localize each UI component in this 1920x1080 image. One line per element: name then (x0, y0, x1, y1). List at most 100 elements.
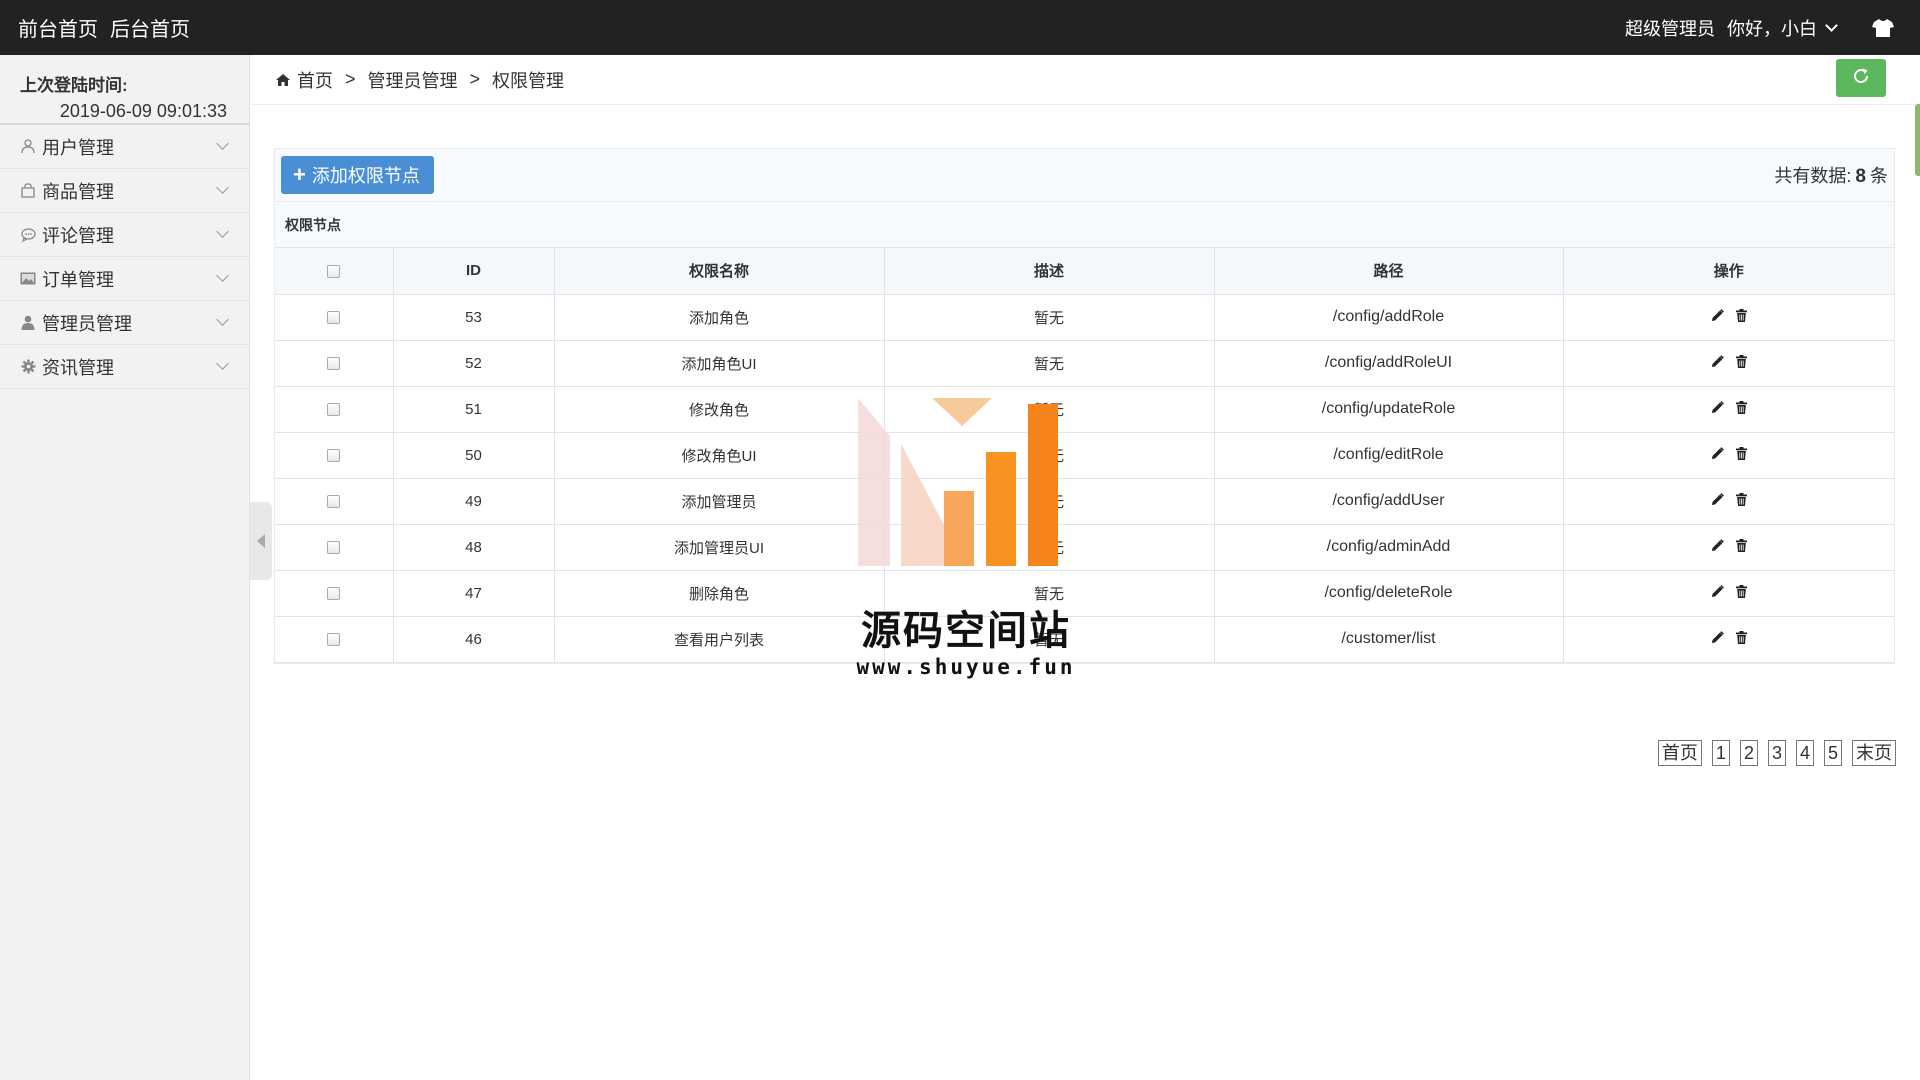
edit-pencil-icon[interactable] (1711, 354, 1724, 368)
front-home-link[interactable]: 前台首页 (18, 13, 98, 42)
last-login-value: 2019-06-09 09:01:33 (59, 101, 227, 121)
delete-trash-icon[interactable] (1735, 630, 1747, 644)
row-path: /config/deleteRole (1214, 570, 1564, 617)
row-path: /config/addRoleUI (1214, 340, 1564, 387)
sidebar-item-products[interactable]: 商品管理 (0, 169, 249, 213)
row-name: 添加管理员UI (554, 524, 885, 571)
pager-page-3[interactable]: 3 (1767, 740, 1786, 766)
row-checkbox[interactable] (327, 587, 341, 601)
row-id: 48 (393, 524, 555, 571)
bag-icon (20, 183, 36, 199)
delete-trash-icon[interactable] (1735, 584, 1747, 598)
row-checkbox[interactable] (327, 357, 341, 371)
row-name: 添加角色 (554, 294, 885, 341)
last-login-label: 上次登陆时间: (20, 76, 128, 95)
table-header-row: ID 权限名称 描述 路径 操作 (275, 248, 1894, 295)
user-menu[interactable]: 你好，小白 (1727, 15, 1838, 41)
sidebar-item-label: 管理员管理 (42, 313, 132, 334)
add-permission-button[interactable]: + 添加权限节点 (281, 156, 434, 194)
pager-page-1[interactable]: 1 (1711, 740, 1730, 766)
table-row: 53 添加角色 暂无 /config/addRole (275, 294, 1894, 341)
pager-page-2[interactable]: 2 (1739, 740, 1758, 766)
edge-marker (1915, 104, 1920, 176)
row-actions (1563, 294, 1894, 341)
row-name: 添加管理员 (554, 478, 885, 525)
delete-trash-icon[interactable] (1735, 492, 1747, 506)
watermark-title: 源码空间站 (861, 609, 1071, 653)
delete-trash-icon[interactable] (1735, 400, 1747, 414)
delete-trash-icon[interactable] (1735, 538, 1747, 552)
edit-pencil-icon[interactable] (1711, 630, 1724, 644)
row-checkbox[interactable] (327, 495, 341, 509)
caret-left-icon (257, 534, 265, 548)
watermark-url: www.shuyue.fun (856, 655, 1076, 679)
row-select-cell (275, 616, 394, 663)
column-header-path: 路径 (1214, 248, 1564, 295)
refresh-button[interactable] (1836, 59, 1886, 97)
row-select-cell (275, 340, 394, 387)
sidebar: 上次登陆时间: 2019-06-09 09:01:33 用户管理 商品管理 评论… (0, 55, 250, 1080)
sidebar-item-label: 评论管理 (42, 225, 114, 246)
row-checkbox[interactable] (327, 541, 341, 555)
chevron-down-icon (1825, 18, 1838, 32)
row-description: 暂无 (884, 432, 1215, 479)
sidebar-item-label: 商品管理 (42, 181, 114, 202)
tshirt-icon[interactable] (1872, 18, 1894, 38)
row-id: 53 (393, 294, 555, 341)
pagination: 首页 1 2 3 4 5 末页 (1657, 740, 1896, 766)
row-checkbox[interactable] (327, 633, 341, 647)
row-checkbox[interactable] (327, 403, 341, 417)
back-home-link[interactable]: 后台首页 (110, 13, 190, 42)
chevron-down-icon (216, 313, 229, 326)
pager-last[interactable]: 末页 (1852, 740, 1896, 766)
chevron-down-icon (216, 137, 229, 150)
gear-icon (20, 359, 36, 375)
edit-pencil-icon[interactable] (1711, 400, 1724, 414)
breadcrumb-home[interactable]: 首页 (297, 67, 333, 93)
data-count-suffix: 条 (1870, 166, 1888, 186)
row-actions (1563, 386, 1894, 433)
row-checkbox[interactable] (327, 449, 341, 463)
table-row: 52 添加角色UI 暂无 /config/addRoleUI (275, 340, 1894, 387)
pager-page-4[interactable]: 4 (1795, 740, 1814, 766)
row-select-cell (275, 524, 394, 571)
edit-pencil-icon[interactable] (1711, 538, 1724, 552)
pager-first[interactable]: 首页 (1657, 740, 1702, 766)
row-actions (1563, 432, 1894, 479)
delete-trash-icon[interactable] (1735, 308, 1747, 322)
row-path: /config/adminAdd (1214, 524, 1564, 571)
row-description: 暂无 (884, 478, 1215, 525)
breadcrumb-admin-management[interactable]: 管理员管理 (368, 67, 458, 93)
sidebar-item-admins[interactable]: 管理员管理 (0, 301, 249, 345)
row-id: 50 (393, 432, 555, 479)
greeting-text: 你好，小白 (1727, 18, 1817, 39)
edit-pencil-icon[interactable] (1711, 584, 1724, 598)
row-id: 47 (393, 570, 555, 617)
edit-pencil-icon[interactable] (1711, 308, 1724, 322)
sidebar-item-orders[interactable]: 订单管理 (0, 257, 249, 301)
image-icon (20, 271, 36, 287)
row-name: 查看用户列表 (554, 616, 885, 663)
edit-pencil-icon[interactable] (1711, 446, 1724, 460)
last-login-box: 上次登陆时间: 2019-06-09 09:01:33 (0, 55, 249, 125)
table-row: 50 修改角色UI 暂无 /config/editRole (275, 432, 1894, 479)
pager-page-5[interactable]: 5 (1823, 740, 1842, 766)
edit-pencil-icon[interactable] (1711, 492, 1724, 506)
row-checkbox[interactable] (327, 311, 341, 325)
data-count-value: 8 (1855, 166, 1866, 187)
column-header-id: ID (393, 248, 555, 295)
row-id: 52 (393, 340, 555, 387)
sidebar-collapse-toggle[interactable] (250, 502, 272, 580)
row-path: /config/editRole (1214, 432, 1564, 479)
sidebar-item-news[interactable]: 资讯管理 (0, 345, 249, 389)
select-all-checkbox[interactable] (327, 264, 341, 278)
user-solid-icon (20, 315, 36, 331)
sidebar-item-comments[interactable]: 评论管理 (0, 213, 249, 257)
plus-icon: + (293, 162, 306, 187)
row-actions (1563, 570, 1894, 617)
row-description: 暂无 (884, 524, 1215, 571)
sidebar-item-users[interactable]: 用户管理 (0, 125, 249, 169)
row-name: 修改角色 (554, 386, 885, 433)
delete-trash-icon[interactable] (1735, 446, 1747, 460)
delete-trash-icon[interactable] (1735, 354, 1747, 368)
